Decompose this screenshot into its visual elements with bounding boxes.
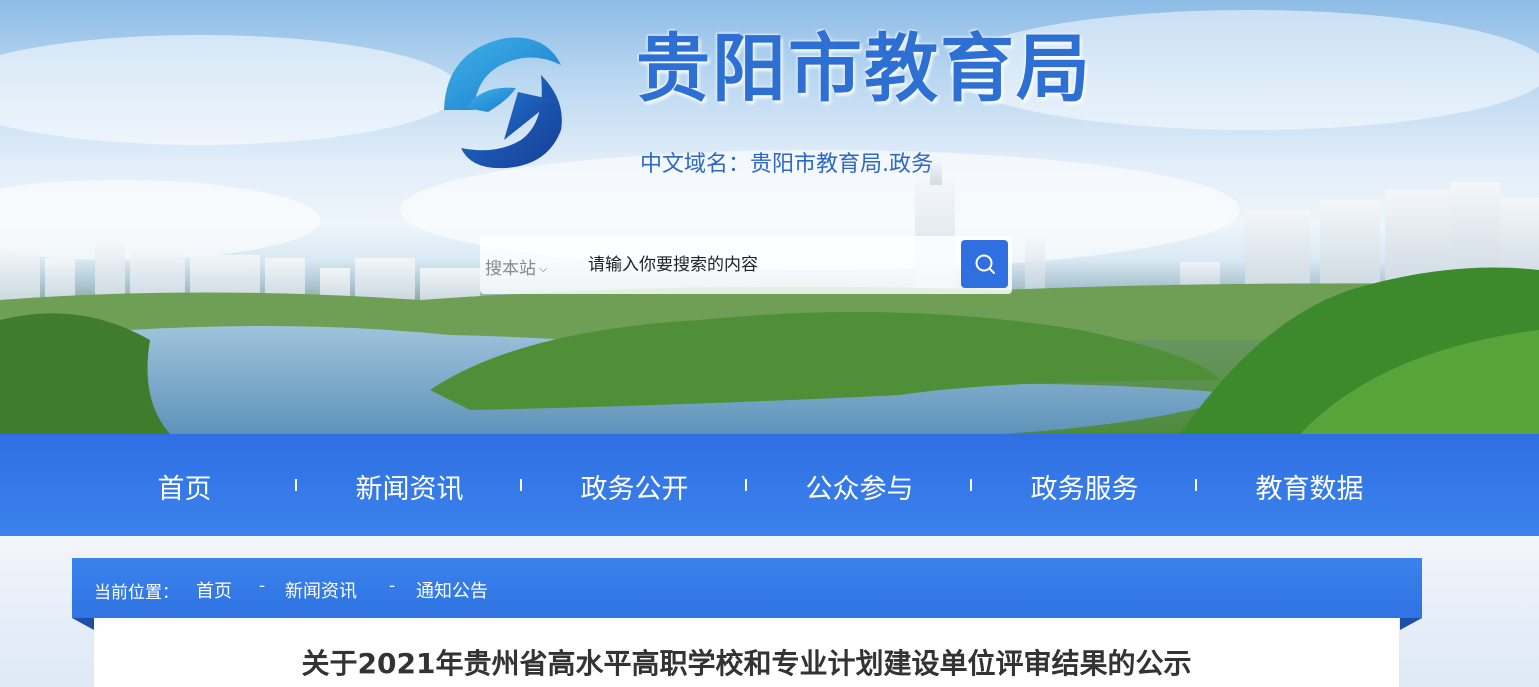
breadcrumb: 当前位置： 首页 - 新闻资讯 - 通知公告 (72, 558, 1422, 630)
breadcrumb-home[interactable]: 首页 (196, 577, 232, 603)
breadcrumb-separator: - (259, 576, 266, 596)
header-banner: 贵阳市教育局 中文域名：贵阳市教育局.政务 搜本站 ⌵ (0, 0, 1539, 434)
chevron-down-icon: ⌵ (539, 262, 548, 275)
article-title: 关于2021年贵州省高水平高职学校和专业计划建设单位评审结果的公示 (301, 647, 1192, 680)
nav-item-public-participation[interactable]: 公众参与 (747, 467, 972, 506)
nav-item-education-data[interactable]: 教育数据 (1197, 467, 1422, 506)
breadcrumb-separator: - (389, 576, 396, 596)
breadcrumb-label: 当前位置： (94, 583, 179, 603)
site-search-box: 搜本站 ⌵ (480, 236, 1012, 294)
breadcrumb-notices[interactable]: 通知公告 (416, 577, 488, 603)
ribbon-fold-left (72, 618, 94, 630)
chinese-domain-name: 中文域名：贵阳市教育局.政务 (640, 152, 933, 177)
nav-item-government-affairs[interactable]: 政务公开 (522, 467, 747, 506)
search-input[interactable] (588, 250, 948, 280)
site-title: 贵阳市教育局 (636, 26, 1092, 112)
nav-item-news[interactable]: 新闻资讯 (297, 467, 522, 506)
breadcrumb-news[interactable]: 新闻资讯 (285, 577, 357, 603)
search-icon (975, 254, 995, 274)
nav-item-government-services[interactable]: 政务服务 (972, 467, 1197, 506)
main-nav: 首页 新闻资讯 政务公开 公众参与 政务服务 教育数据 (0, 434, 1539, 536)
search-button[interactable] (961, 240, 1008, 288)
e-logo-icon (444, 37, 562, 169)
nav-item-home[interactable]: 首页 (72, 467, 297, 506)
article-panel: 关于2021年贵州省高水平高职学校和专业计划建设单位评审结果的公示 (94, 618, 1399, 687)
search-scope-dropdown[interactable]: 搜本站 ⌵ (485, 254, 547, 279)
ribbon-fold-right (1400, 618, 1422, 630)
search-scope-label: 搜本站 (485, 259, 536, 279)
